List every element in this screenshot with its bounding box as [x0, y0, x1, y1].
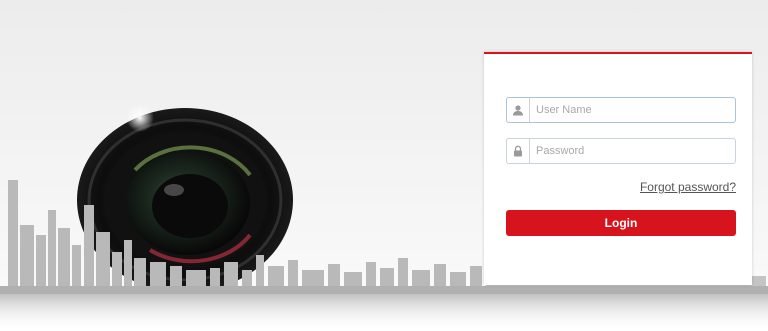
username-field[interactable]	[506, 97, 736, 123]
user-icon	[507, 98, 530, 122]
username-input[interactable]	[536, 104, 726, 116]
lock-icon	[507, 139, 530, 163]
password-input[interactable]	[536, 145, 726, 157]
skyline-reflection	[0, 294, 768, 331]
forgot-password-link[interactable]: Forgot password?	[640, 180, 736, 194]
password-field[interactable]	[506, 138, 736, 164]
login-button[interactable]: Login	[506, 210, 736, 236]
login-panel: Forgot password? Login	[484, 52, 752, 285]
